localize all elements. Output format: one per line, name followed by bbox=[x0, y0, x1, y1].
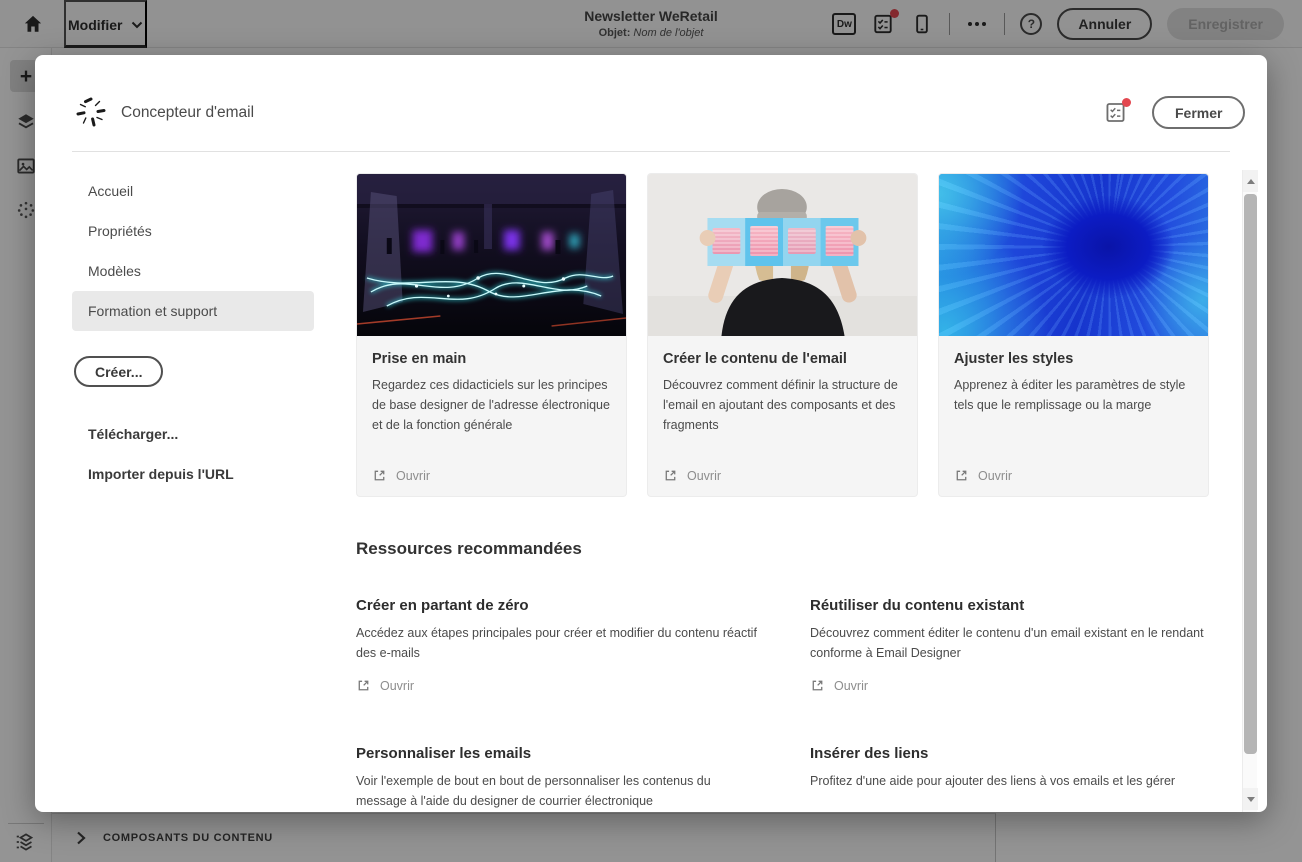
modal-title: Concepteur d'email bbox=[121, 104, 255, 121]
card-description: Apprenez à éditer les paramètres de styl… bbox=[954, 378, 1186, 412]
open-label: Ouvrir bbox=[396, 468, 431, 483]
resource-title: Insérer des liens bbox=[810, 745, 929, 762]
resources-grid: Créer en partant de zéro Accédez aux éta… bbox=[356, 597, 1210, 811]
open-in-new-icon bbox=[810, 678, 825, 693]
open-card-link[interactable]: Ouvrir bbox=[954, 468, 1193, 483]
card-prise-en-main: Prise en main Regardez ces didacticiels … bbox=[356, 173, 627, 497]
resource-title: Réutiliser du contenu existant bbox=[810, 597, 1025, 614]
open-in-new-icon bbox=[356, 678, 371, 693]
nav-item-accueil[interactable]: Accueil bbox=[72, 171, 314, 211]
scroll-down-arrow[interactable] bbox=[1243, 788, 1258, 810]
nav-item-proprietes[interactable]: Propriétés bbox=[72, 211, 314, 251]
resource-description: Découvrez comment éditer le contenu d'un… bbox=[810, 626, 1204, 660]
import-from-url-link[interactable]: Importer depuis l'URL bbox=[72, 454, 314, 494]
create-button[interactable]: Créer... bbox=[74, 356, 164, 387]
notification-dot bbox=[1121, 98, 1131, 107]
card-title: Créer le contenu de l'email bbox=[663, 351, 847, 367]
open-in-new-icon bbox=[372, 468, 387, 483]
open-resource-link[interactable]: Ouvrir bbox=[810, 678, 868, 693]
resource-title: Créer en partant de zéro bbox=[356, 597, 529, 614]
card-ajuster-styles: Ajuster les styles Apprenez à éditer les… bbox=[938, 173, 1209, 497]
card-image-person-panels bbox=[648, 174, 917, 336]
resource-reutiliser-contenu: Réutiliser du contenu existant Découvrez… bbox=[810, 597, 1210, 693]
open-label: Ouvrir bbox=[380, 678, 415, 693]
open-card-link[interactable]: Ouvrir bbox=[372, 468, 611, 483]
card-description: Découvrez comment définir la structure d… bbox=[663, 378, 898, 432]
modal-tasks-notification-button[interactable] bbox=[1103, 98, 1131, 125]
card-title: Prise en main bbox=[372, 351, 467, 367]
modal-header-divider bbox=[72, 151, 1230, 152]
card-body: Prise en main Regardez ces didacticiels … bbox=[357, 336, 626, 496]
card-description: Regardez ces didacticiels sur les princi… bbox=[372, 378, 610, 432]
scrollbar-thumb[interactable] bbox=[1244, 194, 1257, 754]
scroll-up-arrow[interactable] bbox=[1243, 170, 1258, 192]
card-body: Créer le contenu de l'email Découvrez co… bbox=[648, 336, 917, 496]
download-link[interactable]: Télécharger... bbox=[72, 414, 314, 454]
card-creer-contenu: Créer le contenu de l'email Découvrez co… bbox=[647, 173, 918, 497]
open-label: Ouvrir bbox=[978, 468, 1013, 483]
close-modal-button[interactable]: Fermer bbox=[1152, 96, 1246, 129]
modal-side-nav: Accueil Propriétés Modèles Formation et … bbox=[72, 171, 314, 494]
resource-description: Profitez d'une aide pour ajouter des lie… bbox=[810, 774, 1176, 788]
resource-creer-de-zero: Créer en partant de zéro Accédez aux éta… bbox=[356, 597, 760, 693]
resource-title: Personnaliser les emails bbox=[356, 745, 532, 762]
open-card-link[interactable]: Ouvrir bbox=[663, 468, 902, 483]
modal-content: Prise en main Regardez ces didacticiels … bbox=[356, 173, 1210, 812]
open-label: Ouvrir bbox=[687, 468, 722, 483]
email-designer-modal: Concepteur d'email Fermer Accueil Propri… bbox=[35, 55, 1267, 812]
card-body: Ajuster les styles Apprenez à éditer les… bbox=[939, 336, 1208, 496]
card-title: Ajuster les styles bbox=[954, 351, 1074, 367]
resource-inserer-liens: Insérer des liens Profitez d'une aide po… bbox=[810, 745, 1210, 811]
experience-manager-logo-icon bbox=[71, 92, 111, 132]
modal-scrollbar[interactable] bbox=[1242, 170, 1258, 812]
open-in-new-icon bbox=[954, 468, 969, 483]
modal-nav-links: Télécharger... Importer depuis l'URL bbox=[72, 414, 314, 494]
resource-description: Accédez aux étapes principales pour crée… bbox=[356, 626, 757, 660]
open-resource-link[interactable]: Ouvrir bbox=[356, 678, 414, 693]
card-image-light-trails bbox=[357, 174, 626, 336]
nav-item-modeles[interactable]: Modèles bbox=[72, 251, 314, 291]
resource-personnaliser-emails: Personnaliser les emails Voir l'exemple … bbox=[356, 745, 760, 811]
resource-description: Voir l'exemple de bout en bout de person… bbox=[356, 774, 711, 808]
card-image-blue-ink bbox=[939, 174, 1208, 336]
open-label: Ouvrir bbox=[834, 678, 869, 693]
open-in-new-icon bbox=[663, 468, 678, 483]
resources-section-title: Ressources recommandées bbox=[356, 539, 582, 558]
nav-item-formation-et-support[interactable]: Formation et support bbox=[72, 291, 314, 331]
tutorial-cards-row: Prise en main Regardez ces didacticiels … bbox=[356, 173, 1210, 497]
